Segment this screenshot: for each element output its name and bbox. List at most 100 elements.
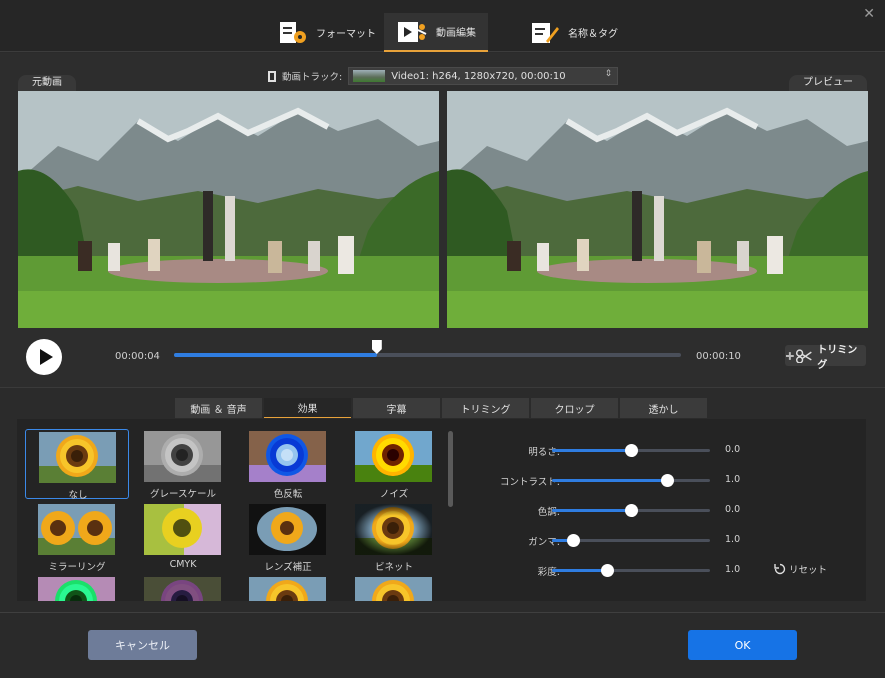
saturation-slider[interactable] xyxy=(552,564,710,577)
effect-thumbnail xyxy=(144,577,221,601)
tab-format[interactable]: フォーマット xyxy=(266,13,388,52)
contrast-slider[interactable] xyxy=(552,474,710,487)
reset-icon xyxy=(774,563,786,575)
preview-label: プレビュー xyxy=(789,75,867,91)
brightness-label: 明るさ: xyxy=(528,447,560,458)
tab-crop[interactable]: クロップ xyxy=(531,398,618,418)
preview-video-view xyxy=(447,91,868,328)
timeline-progress xyxy=(174,353,377,357)
effect-thumbnail xyxy=(249,577,326,601)
effect-label: ノイズ xyxy=(379,489,409,500)
source-video-label: 元動画 xyxy=(18,75,76,91)
slider-fill xyxy=(552,509,631,512)
current-time: 00:00:04 xyxy=(115,351,160,362)
tab-format-label: フォーマット xyxy=(316,29,376,40)
ok-button[interactable]: OK xyxy=(688,630,797,660)
tab-name-tag-label: 名称＆タグ xyxy=(568,29,618,40)
trim-button[interactable]: トリミング xyxy=(785,345,866,371)
saturation-label: 彩度: xyxy=(537,567,560,578)
effect-noise[interactable]: ノイズ xyxy=(342,429,446,500)
tab-video-audio[interactable]: 動画 ＆ 音声 xyxy=(175,398,262,418)
trim-button-label: トリミング xyxy=(817,344,858,371)
video-preview-region: 元動画 プレビュー 動画トラック: Video1: h264, 1280x720… xyxy=(0,53,885,387)
slider-fill xyxy=(552,569,608,572)
video-track-label: 動画トラック: xyxy=(282,72,343,83)
tab-effects[interactable]: 効果 xyxy=(264,398,351,418)
tab-name-tag[interactable]: 名称＆タグ xyxy=(518,13,630,52)
updown-arrow-icon: ⇕ xyxy=(604,69,613,79)
effect-thumbnail xyxy=(355,577,432,601)
gamma-slider[interactable] xyxy=(552,534,710,547)
contrast-value: 1.0 xyxy=(725,474,741,485)
effect-grayscale[interactable]: グレースケール xyxy=(131,429,235,500)
edit-area: 動画 ＆ 音声 効果 字幕 トリミング クロップ 透かし なし グレースケール … xyxy=(0,387,885,612)
play-button[interactable] xyxy=(26,339,62,375)
effect-item[interactable] xyxy=(25,575,129,601)
slider-handle[interactable] xyxy=(625,504,638,517)
effect-label: CMYK xyxy=(169,559,197,570)
effect-lens-correction[interactable]: レンズ補正 xyxy=(236,502,340,573)
tab-watermark[interactable]: 透かし xyxy=(620,398,707,418)
name-tag-icon xyxy=(532,22,559,43)
play-icon xyxy=(39,349,53,365)
slider-fill xyxy=(552,449,631,452)
effect-label: ビネット xyxy=(374,562,413,573)
effect-vignette[interactable]: ビネット xyxy=(342,502,446,573)
effect-item[interactable] xyxy=(236,575,340,601)
effects-panel: なし グレースケール 色反転 ノイズ ミラーリング CMYK レンズ補正 ビネッ… xyxy=(17,419,866,601)
tab-video-edit-label: 動画編集 xyxy=(436,28,476,39)
effect-thumbnail xyxy=(249,504,326,555)
effect-item[interactable] xyxy=(131,575,235,601)
effect-invert[interactable]: 色反転 xyxy=(236,429,340,500)
effect-mirror[interactable]: ミラーリング xyxy=(25,502,129,573)
source-video-view xyxy=(18,91,439,328)
slider-handle[interactable] xyxy=(566,534,580,547)
effect-thumbnail xyxy=(355,504,432,555)
top-tab-bar: フォーマット 動画編集 名称＆タグ ✕ xyxy=(0,0,885,52)
tab-subtitles[interactable]: 字幕 xyxy=(353,398,440,418)
edit-tabs: 動画 ＆ 音声 効果 字幕 トリミング クロップ 透かし xyxy=(175,398,707,418)
hue-slider[interactable] xyxy=(552,504,710,517)
slider-handle[interactable] xyxy=(661,474,675,487)
timeline-handle[interactable] xyxy=(371,340,382,354)
effect-label: なし xyxy=(68,490,88,501)
track-thumbnail xyxy=(353,70,386,82)
effect-thumbnail xyxy=(144,504,221,555)
format-settings-icon xyxy=(280,21,306,43)
dialog-footer: キャンセル OK xyxy=(0,612,885,678)
effect-item[interactable] xyxy=(342,575,446,601)
slider-fill xyxy=(552,479,668,482)
effect-thumbnail xyxy=(38,577,115,601)
video-edit-icon xyxy=(398,21,427,42)
timeline-slider[interactable] xyxy=(174,340,681,357)
effect-thumbnail xyxy=(355,431,432,482)
hue-label: 色調: xyxy=(537,507,560,518)
slider-handle[interactable] xyxy=(625,444,638,457)
saturation-value: 1.0 xyxy=(725,564,741,575)
gamma-value: 1.0 xyxy=(725,534,741,545)
effect-thumbnail xyxy=(144,431,221,482)
video-track-value: Video1: h264, 1280x720, 00:00:10 xyxy=(391,70,566,82)
slider-handle[interactable] xyxy=(601,564,615,577)
brightness-slider[interactable] xyxy=(552,444,710,457)
tab-video-edit[interactable]: 動画編集 xyxy=(384,13,488,52)
video-track-select[interactable]: Video1: h264, 1280x720, 00:00:10 ⇕ xyxy=(348,67,619,85)
effect-cmyk[interactable]: CMYK xyxy=(131,502,235,572)
reset-button[interactable]: リセット xyxy=(774,562,827,576)
gamma-label: ガンマ: xyxy=(528,537,560,548)
effect-label: ミラーリング xyxy=(48,562,106,573)
video-track-row: 動画トラック: Video1: h264, 1280x720, 00:00:10… xyxy=(268,67,619,85)
cancel-button[interactable]: キャンセル xyxy=(88,630,197,660)
effect-label: 色反転 xyxy=(273,489,303,500)
effect-label: レンズ補正 xyxy=(264,562,312,573)
effect-label: グレースケール xyxy=(149,489,217,500)
brightness-value: 0.0 xyxy=(725,444,741,455)
hue-value: 0.0 xyxy=(725,504,741,515)
effects-scrollbar[interactable] xyxy=(448,431,453,507)
reset-button-label: リセット xyxy=(789,565,828,576)
total-time: 00:00:10 xyxy=(696,351,741,362)
effect-thumbnail xyxy=(38,504,115,555)
effect-none[interactable]: なし xyxy=(25,429,129,501)
tab-trimming[interactable]: トリミング xyxy=(442,398,529,418)
close-icon[interactable]: ✕ xyxy=(863,6,875,22)
